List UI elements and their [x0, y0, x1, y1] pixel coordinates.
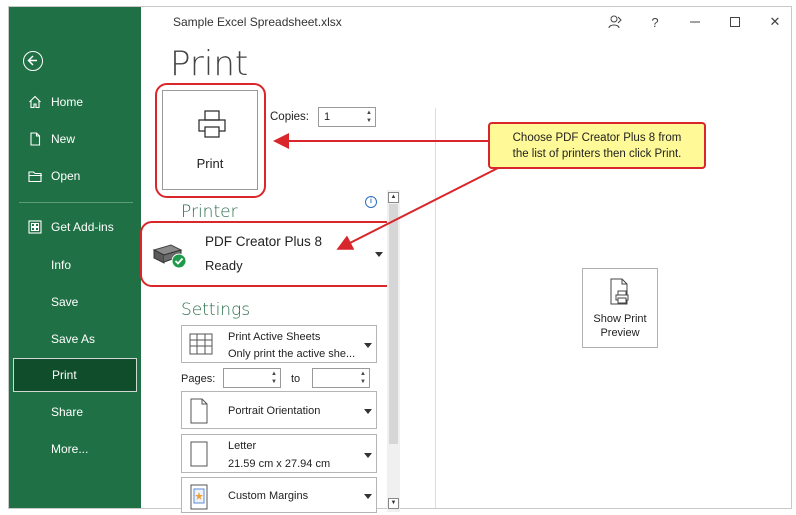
pages-to-input[interactable]: ▲ ▼ [312, 368, 370, 388]
print-preview-icon [609, 278, 633, 311]
maximize-icon[interactable] [726, 13, 744, 31]
sidebar-item-more[interactable]: More... [13, 434, 137, 464]
chevron-down-icon [364, 494, 372, 499]
sidebar-item-label: Save As [51, 332, 96, 346]
pages-from-spinner[interactable]: ▲ ▼ [269, 370, 279, 386]
sidebar-item-print[interactable]: Print [13, 358, 137, 392]
pane-divider [435, 108, 436, 508]
preview-label-line-1: Show Print [593, 313, 647, 325]
add-ins-icon [27, 219, 43, 235]
sidebar-item-save-as[interactable]: Save As [13, 324, 137, 354]
sidebar-item-label: Info [51, 258, 72, 272]
sidebar-item-info[interactable]: Info [13, 250, 137, 280]
printer-dropdown-highlight [140, 221, 398, 287]
margins-dropdown[interactable]: Custom Margins [181, 477, 377, 513]
sidebar-item-label: Save [51, 295, 79, 309]
new-document-icon [27, 131, 43, 147]
print-what-title: Print Active Sheets [228, 331, 321, 343]
excel-backstage-window: Home New Open Get Add-ins Info Save Save… [8, 6, 792, 509]
sidebar-item-label: Home [51, 95, 84, 109]
minimize-icon[interactable] [686, 13, 704, 31]
scroll-up-button[interactable]: ▲ [388, 192, 399, 203]
home-icon [27, 94, 43, 110]
sidebar-item-save[interactable]: Save [13, 287, 137, 317]
coauthor-icon[interactable] [606, 13, 624, 31]
folder-icon [27, 168, 43, 184]
print-what-dropdown[interactable]: Print Active Sheets Only print the activ… [181, 325, 377, 363]
settings-section-title: Settings [181, 300, 251, 320]
scrollbar-thumb[interactable] [389, 204, 398, 444]
sidebar-item-home[interactable]: Home [13, 87, 137, 117]
printer-section-title: Printer [181, 202, 238, 222]
sheet-grid-icon [189, 333, 213, 360]
sidebar-item-share[interactable]: Share [13, 397, 137, 427]
sidebar-item-label: More... [51, 442, 89, 456]
sidebar-item-get-add-ins[interactable]: Get Add-ins [13, 212, 137, 242]
backstage-sidebar: Home New Open Get Add-ins Info Save Save… [9, 7, 141, 508]
sidebar-item-label: Get Add-ins [51, 220, 114, 234]
orientation-value: Portrait Orientation [228, 405, 321, 417]
margins-value: Custom Margins [228, 490, 309, 502]
paper-size-dropdown[interactable]: Letter 21.59 cm x 27.94 cm [181, 434, 377, 473]
paper-icon [189, 441, 209, 472]
sidebar-item-label: Print [52, 368, 77, 382]
instruction-callout: Choose PDF Creator Plus 8 from the list … [488, 122, 706, 169]
copies-value: 1 [324, 111, 331, 123]
sidebar-item-new[interactable]: New [13, 124, 137, 154]
sidebar-item-label: Open [51, 169, 81, 183]
chevron-down-icon [364, 343, 372, 348]
paper-size-title: Letter [228, 440, 257, 452]
print-button-highlight [155, 83, 266, 198]
sidebar-item-label: New [51, 132, 76, 146]
pages-from-input[interactable]: ▲ ▼ [223, 368, 281, 388]
sidebar-item-label: Share [51, 405, 84, 419]
show-print-preview-button[interactable]: Show Print Preview [582, 268, 658, 348]
copies-spinner[interactable]: ▲ ▼ [364, 109, 374, 125]
info-icon[interactable]: i [365, 196, 377, 208]
callout-line-1: Choose PDF Creator Plus 8 from [512, 132, 682, 144]
chevron-down-icon [364, 453, 372, 458]
print-what-subtitle: Only print the active she... [228, 348, 356, 360]
pages-to-label: to [291, 373, 301, 385]
title-bar: Sample Excel Spreadsheet.xlsx ? ✕ [141, 7, 791, 37]
back-arrow-icon[interactable] [23, 51, 43, 71]
document-title: Sample Excel Spreadsheet.xlsx [173, 15, 342, 29]
copies-label: Copies: [270, 111, 309, 123]
close-icon[interactable]: ✕ [766, 13, 784, 31]
help-icon[interactable]: ? [646, 13, 664, 31]
preview-label-line-2: Preview [600, 327, 640, 339]
copies-input[interactable]: 1 ▲ ▼ [318, 107, 376, 127]
pages-label: Pages: [181, 373, 216, 385]
sidebar-item-open[interactable]: Open [13, 161, 137, 191]
page-title: Print [170, 44, 249, 84]
portrait-page-icon [189, 398, 209, 429]
paper-size-dimensions: 21.59 cm x 27.94 cm [228, 458, 331, 470]
custom-margins-icon [189, 484, 209, 515]
orientation-dropdown[interactable]: Portrait Orientation [181, 391, 377, 429]
sidebar-divider [19, 202, 133, 203]
pages-to-spinner[interactable]: ▲ ▼ [358, 370, 368, 386]
chevron-down-icon [364, 409, 372, 414]
callout-line-2: the list of printers then click Print. [512, 148, 682, 160]
scroll-down-button[interactable]: ▼ [388, 498, 399, 509]
